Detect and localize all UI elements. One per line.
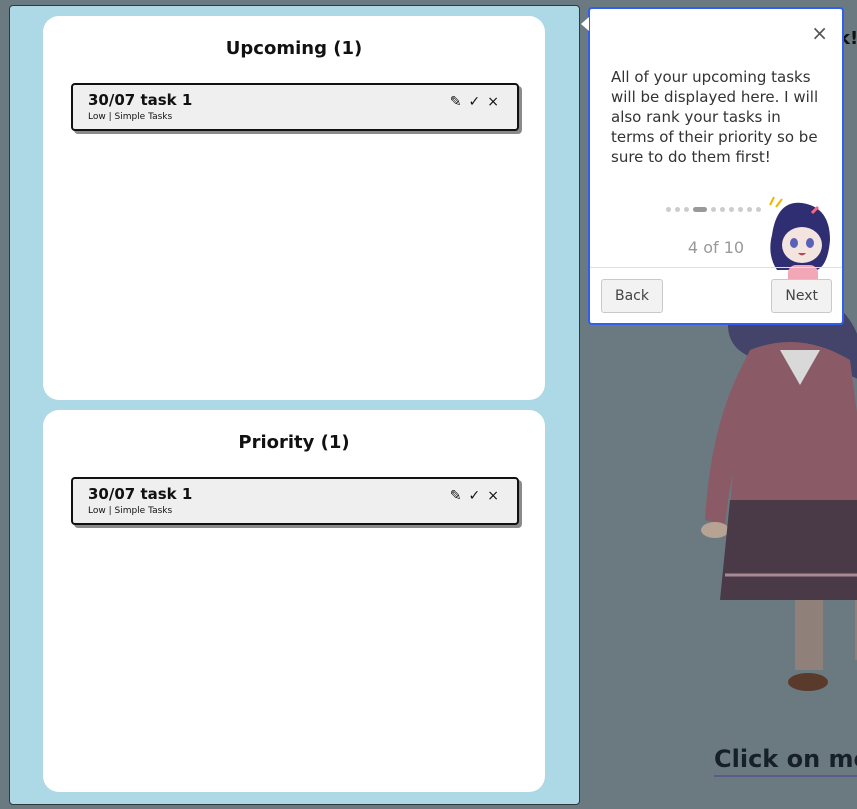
close-icon[interactable]: × — [811, 21, 828, 45]
back-button[interactable]: Back — [601, 279, 663, 313]
step-counter: 4 of 10 — [687, 238, 745, 257]
tour-popup: × All of your upcoming tasks will be dis… — [581, 7, 844, 325]
edit-icon[interactable]: ✎ — [450, 489, 462, 503]
task-actions: ✎ ✓ × — [450, 95, 499, 109]
step-dot[interactable] — [684, 207, 689, 212]
click-on-me-link[interactable]: Click on me — [714, 745, 857, 777]
task-subtitle: Low | Simple Tasks — [88, 112, 173, 122]
task-title: 30/07 task 1 — [88, 485, 193, 503]
step-dot[interactable] — [711, 207, 716, 212]
step-dot[interactable] — [720, 207, 725, 212]
task-panel: Upcoming (1) 30/07 task 1 Low | Simple T… — [9, 5, 580, 805]
step-dot[interactable] — [729, 207, 734, 212]
next-button[interactable]: Next — [771, 279, 832, 313]
step-dots — [666, 207, 761, 212]
step-dot[interactable] — [675, 207, 680, 212]
edit-icon[interactable]: ✎ — [450, 95, 462, 109]
upcoming-title: Upcoming (1) — [225, 38, 363, 59]
priority-card: Priority (1) 30/07 task 1 Low | Simple T… — [43, 410, 545, 792]
step-dot-active[interactable] — [693, 207, 707, 212]
popup-divider — [590, 267, 842, 268]
upcoming-task-item[interactable]: 30/07 task 1 Low | Simple Tasks ✎ ✓ × — [71, 83, 519, 131]
delete-icon[interactable]: × — [487, 95, 499, 109]
step-dot[interactable] — [747, 207, 752, 212]
step-dot[interactable] — [756, 207, 761, 212]
upcoming-card: Upcoming (1) 30/07 task 1 Low | Simple T… — [43, 16, 545, 400]
step-dot[interactable] — [738, 207, 743, 212]
check-icon[interactable]: ✓ — [469, 95, 481, 109]
popup-arrow — [581, 17, 589, 31]
task-title: 30/07 task 1 — [88, 91, 193, 109]
task-subtitle: Low | Simple Tasks — [88, 506, 173, 516]
priority-task-item[interactable]: 30/07 task 1 Low | Simple Tasks ✎ ✓ × — [71, 477, 519, 525]
task-actions: ✎ ✓ × — [450, 489, 499, 503]
mascot-character-image[interactable] — [700, 290, 857, 720]
priority-title: Priority (1) — [238, 432, 350, 453]
tour-message: All of your upcoming tasks will be displ… — [611, 68, 819, 166]
step-dot[interactable] — [666, 207, 671, 212]
delete-icon[interactable]: × — [487, 489, 499, 503]
check-icon[interactable]: ✓ — [469, 489, 481, 503]
